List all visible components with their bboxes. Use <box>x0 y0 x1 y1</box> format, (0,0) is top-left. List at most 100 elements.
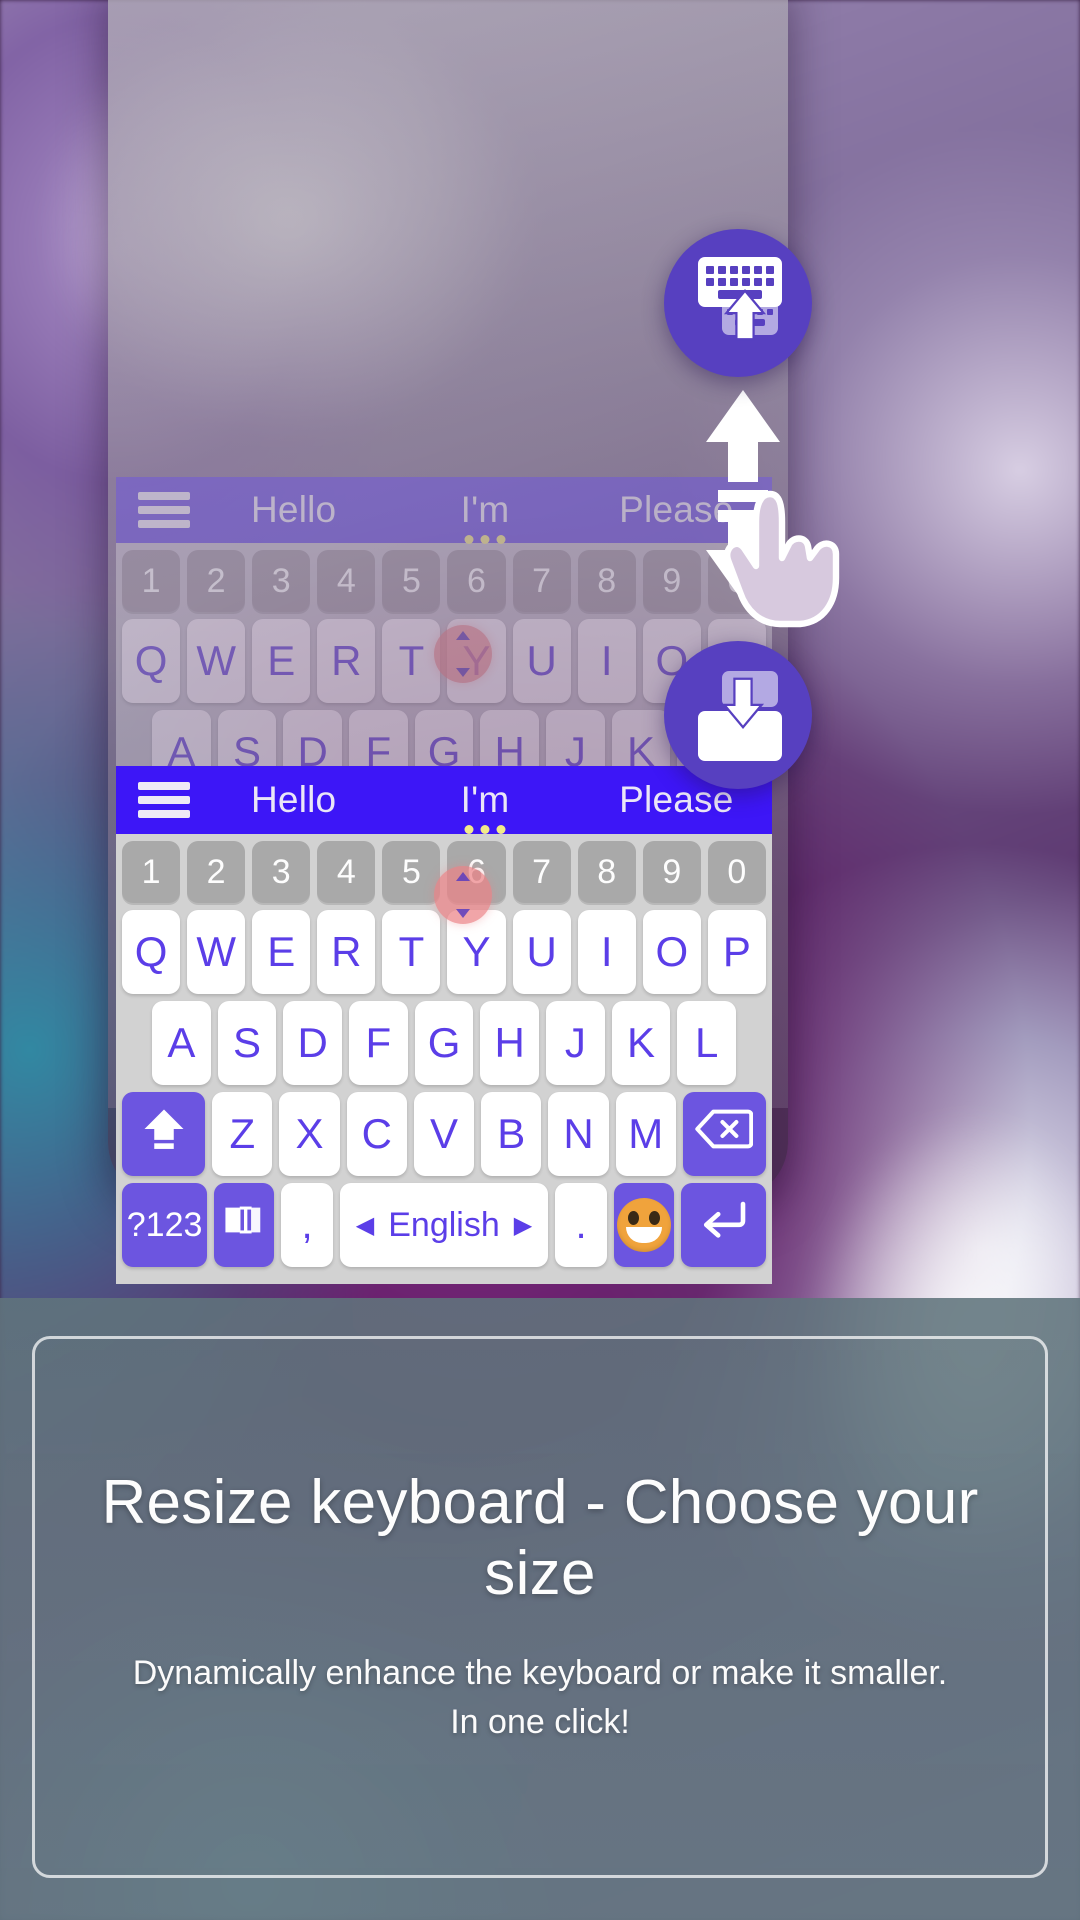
space-key-content: ◀ English ▶ <box>356 1206 532 1245</box>
key-9[interactable]: 9 <box>642 550 701 612</box>
key-a[interactable]: A <box>152 1001 211 1085</box>
key-9[interactable]: 9 <box>642 841 701 903</box>
key-e[interactable]: E <box>252 910 311 994</box>
key-w[interactable]: W <box>187 619 246 703</box>
emoji-key[interactable] <box>613 1183 674 1267</box>
enter-return-icon <box>697 1197 749 1253</box>
keyboard-active: Hello I'm Please 1 2 3 4 5 6 7 8 9 0 Q <box>116 766 772 1284</box>
hamburger-menu-icon[interactable] <box>138 782 190 818</box>
keyboard-expand-button[interactable] <box>664 229 812 377</box>
space-key[interactable]: ◀ English ▶ <box>339 1183 549 1267</box>
key-6[interactable]: 6 <box>447 550 506 612</box>
resize-keyboard-key[interactable] <box>214 1183 275 1267</box>
key-i[interactable]: I <box>577 910 636 994</box>
key-2[interactable]: 2 <box>187 550 246 612</box>
backspace-icon <box>695 1106 754 1162</box>
key-e[interactable]: E <box>252 619 311 703</box>
backspace-key[interactable] <box>682 1092 767 1176</box>
key-w[interactable]: W <box>187 910 246 994</box>
key-o[interactable]: O <box>642 910 701 994</box>
suggestion-more-dots-icon <box>464 825 506 834</box>
comma-key-label: , <box>301 1202 313 1247</box>
key-1[interactable]: 1 <box>122 550 181 612</box>
period-key-label: . <box>575 1202 587 1247</box>
key-q[interactable]: Q <box>122 619 181 703</box>
symbols-key-label: ?123 <box>126 1205 203 1244</box>
key-8[interactable]: 8 <box>577 841 636 903</box>
period-key[interactable]: . <box>555 1183 607 1267</box>
keyboard-shrink-button[interactable] <box>664 641 812 789</box>
key-v[interactable]: V <box>413 1092 475 1176</box>
key-3[interactable]: 3 <box>252 841 311 903</box>
current-language-label: English <box>388 1205 500 1244</box>
key-0[interactable]: 0 <box>707 841 766 903</box>
key-3[interactable]: 3 <box>252 550 311 612</box>
key-q[interactable]: Q <box>122 910 181 994</box>
enter-key[interactable] <box>680 1183 767 1267</box>
key-u[interactable]: U <box>512 910 571 994</box>
key-5[interactable]: 5 <box>382 550 441 612</box>
touch-point-marker <box>434 866 492 924</box>
key-2[interactable]: 2 <box>187 841 246 903</box>
screenshot-root: Hello I'm Please 1 2 3 4 5 6 7 8 9 0 Q <box>0 0 1080 1920</box>
key-p[interactable]: P <box>707 910 766 994</box>
key-n[interactable]: N <box>548 1092 609 1176</box>
caption-title: Resize keyboard - Choose your size <box>101 1467 979 1608</box>
next-language-icon[interactable]: ▶ <box>514 1211 532 1240</box>
resize-handle-icon <box>221 1197 267 1253</box>
key-t[interactable]: T <box>382 910 441 994</box>
suggestion-item-1[interactable]: I'm <box>389 779 580 834</box>
caption-subtitle-line-1: Dynamically enhance the keyboard or make… <box>132 1653 948 1692</box>
caption-panel: Resize keyboard - Choose your size Dynam… <box>0 1298 1080 1920</box>
shift-arrow-icon <box>138 1103 190 1165</box>
key-8[interactable]: 8 <box>577 550 636 612</box>
suggestion-item-0[interactable]: Hello <box>198 779 389 821</box>
hamburger-menu-icon[interactable] <box>138 492 190 528</box>
key-l[interactable]: L <box>677 1001 737 1085</box>
key-u[interactable]: U <box>512 619 571 703</box>
key-m[interactable]: M <box>615 1092 676 1176</box>
suggestion-bar-ghost: Hello I'm Please <box>116 477 772 544</box>
touch-point-marker-ghost <box>434 625 492 683</box>
keyboard-row-top: Q W E R T Y U I O P <box>116 910 772 994</box>
key-g[interactable]: G <box>414 1001 474 1085</box>
key-4[interactable]: 4 <box>317 841 376 903</box>
keyboard-row-bottom: Z X C V B N M <box>116 1092 772 1176</box>
key-h[interactable]: H <box>480 1001 540 1085</box>
key-r[interactable]: R <box>317 910 376 994</box>
smiley-face-icon <box>616 1198 671 1252</box>
key-d[interactable]: D <box>283 1001 343 1085</box>
key-t[interactable]: T <box>382 619 441 703</box>
caption-subtitle-line-2: In one click! <box>450 1703 630 1741</box>
key-i[interactable]: I <box>577 619 636 703</box>
key-f[interactable]: F <box>349 1001 408 1085</box>
key-4[interactable]: 4 <box>317 550 376 612</box>
keyboard-row-space: ?123 , ◀ English ▶ . <box>116 1183 772 1267</box>
symbols-key[interactable]: ?123 <box>122 1183 208 1267</box>
key-7[interactable]: 7 <box>512 841 571 903</box>
key-c[interactable]: C <box>346 1092 407 1176</box>
keyboard-expand-icon <box>692 257 784 349</box>
comma-key[interactable]: , <box>281 1183 333 1267</box>
key-b[interactable]: B <box>481 1092 542 1176</box>
suggestion-item-1-label: I'm <box>460 779 510 820</box>
key-z[interactable]: Z <box>212 1092 273 1176</box>
key-s[interactable]: S <box>217 1001 277 1085</box>
expand-arrow-icon <box>722 287 768 343</box>
suggestion-bar: Hello I'm Please <box>116 766 772 834</box>
key-r[interactable]: R <box>317 619 376 703</box>
key-x[interactable]: X <box>279 1092 340 1176</box>
key-7[interactable]: 7 <box>512 550 571 612</box>
key-k[interactable]: K <box>611 1001 671 1085</box>
shrink-arrow-icon <box>720 675 766 731</box>
key-j[interactable]: J <box>546 1001 605 1085</box>
keyboard-row-numbers-ghost: 1 2 3 4 5 6 7 8 9 0 <box>116 550 772 612</box>
shift-key[interactable] <box>122 1092 206 1176</box>
suggestion-item-0[interactable]: Hello <box>198 489 389 531</box>
key-5[interactable]: 5 <box>382 841 441 903</box>
prev-language-icon[interactable]: ◀ <box>356 1211 374 1240</box>
pointing-hand-icon <box>712 470 862 635</box>
key-1[interactable]: 1 <box>122 841 181 903</box>
keyboard-row-home: A S D F G H J K L <box>116 1001 772 1085</box>
suggestion-item-1[interactable]: I'm <box>389 489 580 544</box>
